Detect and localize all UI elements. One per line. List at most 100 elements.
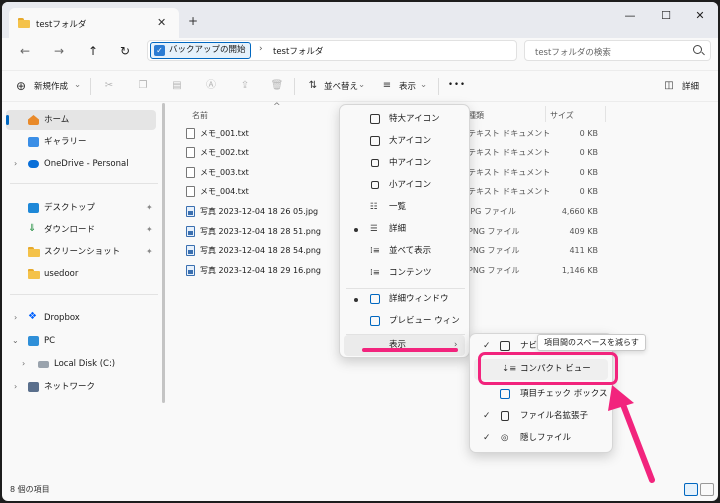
tiles-view-toggle[interactable] (700, 483, 714, 496)
status-item-count: 8 個の項目 (10, 485, 50, 494)
sidebar-item-usedoor[interactable]: usedoor (6, 264, 156, 284)
menu-item-hidden-files[interactable]: ✓ ◎ 隠しファイル (474, 428, 608, 449)
sidebar-item-screenshots[interactable]: スクリーンショット ✦ (6, 242, 156, 262)
copy-icon[interactable]: ❐ (136, 79, 150, 93)
delete-icon[interactable]: 🗑 (270, 79, 284, 93)
breadcrumb-chevron-icon[interactable]: › (259, 44, 263, 54)
toolbar-divider (438, 78, 439, 95)
back-button[interactable]: ← (14, 40, 36, 62)
search-input[interactable]: testフォルダの検索 (524, 40, 711, 61)
menu-item-medium-icons[interactable]: 中アイコン (344, 153, 465, 174)
sidebar-item-pc[interactable]: ⌄ PC (6, 331, 156, 351)
details-view-toggle[interactable] (684, 483, 698, 496)
file-size: 4,660 KB (561, 207, 598, 216)
view-button[interactable]: 表示 (399, 80, 416, 92)
more-options-button[interactable]: ••• (448, 80, 466, 90)
list-icon: ☷ (370, 202, 378, 212)
checkmark-icon: ✓ (483, 433, 491, 443)
file-size: 0 KB (579, 187, 598, 196)
sidebar-item-home[interactable]: ホーム (6, 110, 156, 130)
sidebar-item-label: OneDrive - Personal (44, 159, 129, 169)
refresh-button[interactable]: ↻ (114, 40, 136, 62)
sidebar-item-label: usedoor (44, 269, 79, 279)
close-button[interactable]: ✕ (682, 6, 718, 26)
file-type: PNG ファイル (468, 246, 520, 255)
menu-item-file-extensions[interactable]: ✓ ファイル名拡張子 (474, 406, 608, 427)
medium-icons-icon (371, 159, 379, 167)
sidebar-item-label: スクリーンショット (44, 247, 121, 257)
menu-item-preview-pane[interactable]: プレビュー ウィンドウ (344, 311, 465, 347)
extra-large-icons-icon (370, 114, 380, 124)
sort-button[interactable]: 並べ替え (324, 80, 358, 92)
menu-item-small-icons[interactable]: 小アイコン (344, 175, 465, 196)
tab-testfolder[interactable]: testフォルダ ✕ (9, 8, 179, 38)
column-header-type[interactable]: 種類 (468, 110, 484, 121)
share-icon[interactable]: ⇪ (238, 79, 252, 93)
sort-dropdown-icon[interactable]: ⌄ (358, 80, 365, 90)
address-bar[interactable]: ✓ バックアップの開始 › testフォルダ (147, 40, 517, 61)
gallery-icon (28, 137, 39, 147)
sidebar-item-downloads[interactable]: ⇓ ダウンロード ✦ (6, 220, 156, 240)
sidebar-item-desktop[interactable]: デスクトップ ✦ (6, 198, 156, 218)
text-file-icon (186, 186, 195, 197)
column-header-size[interactable]: サイズ (550, 110, 574, 121)
network-icon (28, 382, 39, 392)
compact-view-tooltip: 項目間のスペースを減らす (537, 334, 646, 351)
menu-item-content[interactable]: ⁞≡ コンテンツ (344, 263, 465, 284)
forward-button[interactable]: → (48, 40, 70, 62)
sidebar-scrollbar[interactable] (162, 103, 165, 403)
sidebar-item-label: Local Disk (C:) (54, 359, 116, 369)
new-tab-button[interactable]: + (188, 14, 198, 28)
chevron-right-icon: › (454, 340, 458, 350)
paste-icon[interactable]: ▤ (170, 79, 184, 93)
checkmark-icon: ✓ (483, 411, 491, 421)
menu-item-extra-large-icons[interactable]: 特大アイコン (344, 109, 465, 130)
sidebar-item-network[interactable]: › ネットワーク (6, 377, 156, 397)
new-button[interactable]: 新規作成 (34, 80, 68, 92)
sidebar-item-label: デスクトップ (44, 203, 96, 213)
sidebar-item-dropbox[interactable]: › ❖ Dropbox (6, 308, 156, 328)
sidebar-item-gallery[interactable]: ギャラリー (6, 132, 156, 152)
maximize-button[interactable]: ☐ (648, 6, 684, 26)
cut-icon[interactable]: ✂ (102, 79, 116, 93)
menu-item-show[interactable]: 表示 › (344, 335, 465, 356)
menu-item-label: 詳細ウィンドウ (389, 294, 449, 304)
selected-dot-icon (354, 228, 358, 232)
image-file-icon (186, 245, 195, 256)
new-dropdown-icon[interactable]: ⌄ (74, 80, 81, 90)
chevron-right-icon[interactable]: › (14, 154, 17, 174)
menu-item-label: 並べて表示 (389, 246, 432, 256)
rename-icon[interactable]: Ⓐ (204, 79, 218, 93)
menu-item-label: ファイル名拡張子 (520, 411, 589, 421)
menu-item-list[interactable]: ☷ 一覧 (344, 197, 465, 218)
chevron-right-icon[interactable]: › (14, 308, 17, 328)
command-bar: ⊕ 新規作成 ⌄ ✂ ❐ ▤ Ⓐ ⇪ 🗑 ⇅ 並べ替え ⌄ ≡ 表示 ⌄ •••… (2, 70, 718, 102)
download-icon: ⇓ (28, 223, 37, 234)
menu-item-details[interactable]: ☰ 詳細 (344, 219, 465, 240)
menu-item-large-icons[interactable]: 大アイコン (344, 131, 465, 152)
details-button[interactable]: 詳細 (682, 80, 699, 92)
pin-icon: ✦ (146, 203, 153, 212)
sidebar-item-local-disk[interactable]: › Local Disk (C:) (6, 354, 156, 374)
menu-item-details-pane[interactable]: 詳細ウィンドウ (344, 289, 465, 310)
minimize-button[interactable]: — (612, 6, 648, 26)
menu-item-item-checkboxes[interactable]: 項目チェック ボックス (474, 384, 608, 405)
breadcrumb-current[interactable]: testフォルダ (273, 45, 323, 57)
breadcrumb-backup[interactable]: ✓ バックアップの開始 (150, 42, 251, 59)
sidebar-item-onedrive[interactable]: › OneDrive - Personal (6, 154, 156, 174)
view-dropdown-icon[interactable]: ⌄ (420, 80, 427, 90)
tab-close-icon[interactable]: ✕ (157, 16, 166, 29)
search-placeholder: testフォルダの検索 (535, 48, 611, 58)
chevron-right-icon[interactable]: › (14, 377, 17, 397)
menu-item-label: 特大アイコン (389, 114, 440, 124)
chevron-down-icon[interactable]: ⌄ (12, 331, 19, 351)
folder-icon (28, 269, 40, 279)
file-type: PNG ファイル (468, 266, 520, 275)
up-button[interactable]: ↑ (82, 40, 104, 62)
navigation-pane: ホーム ギャラリー › OneDrive - Personal デスクトップ ✦… (2, 103, 162, 483)
sidebar-item-label: Dropbox (44, 313, 80, 323)
chevron-right-icon[interactable]: › (22, 354, 25, 374)
menu-item-tiles[interactable]: ⁞≡ 並べて表示 (344, 241, 465, 262)
small-icons-icon (371, 181, 379, 189)
column-header-name[interactable]: 名前 (192, 110, 208, 121)
